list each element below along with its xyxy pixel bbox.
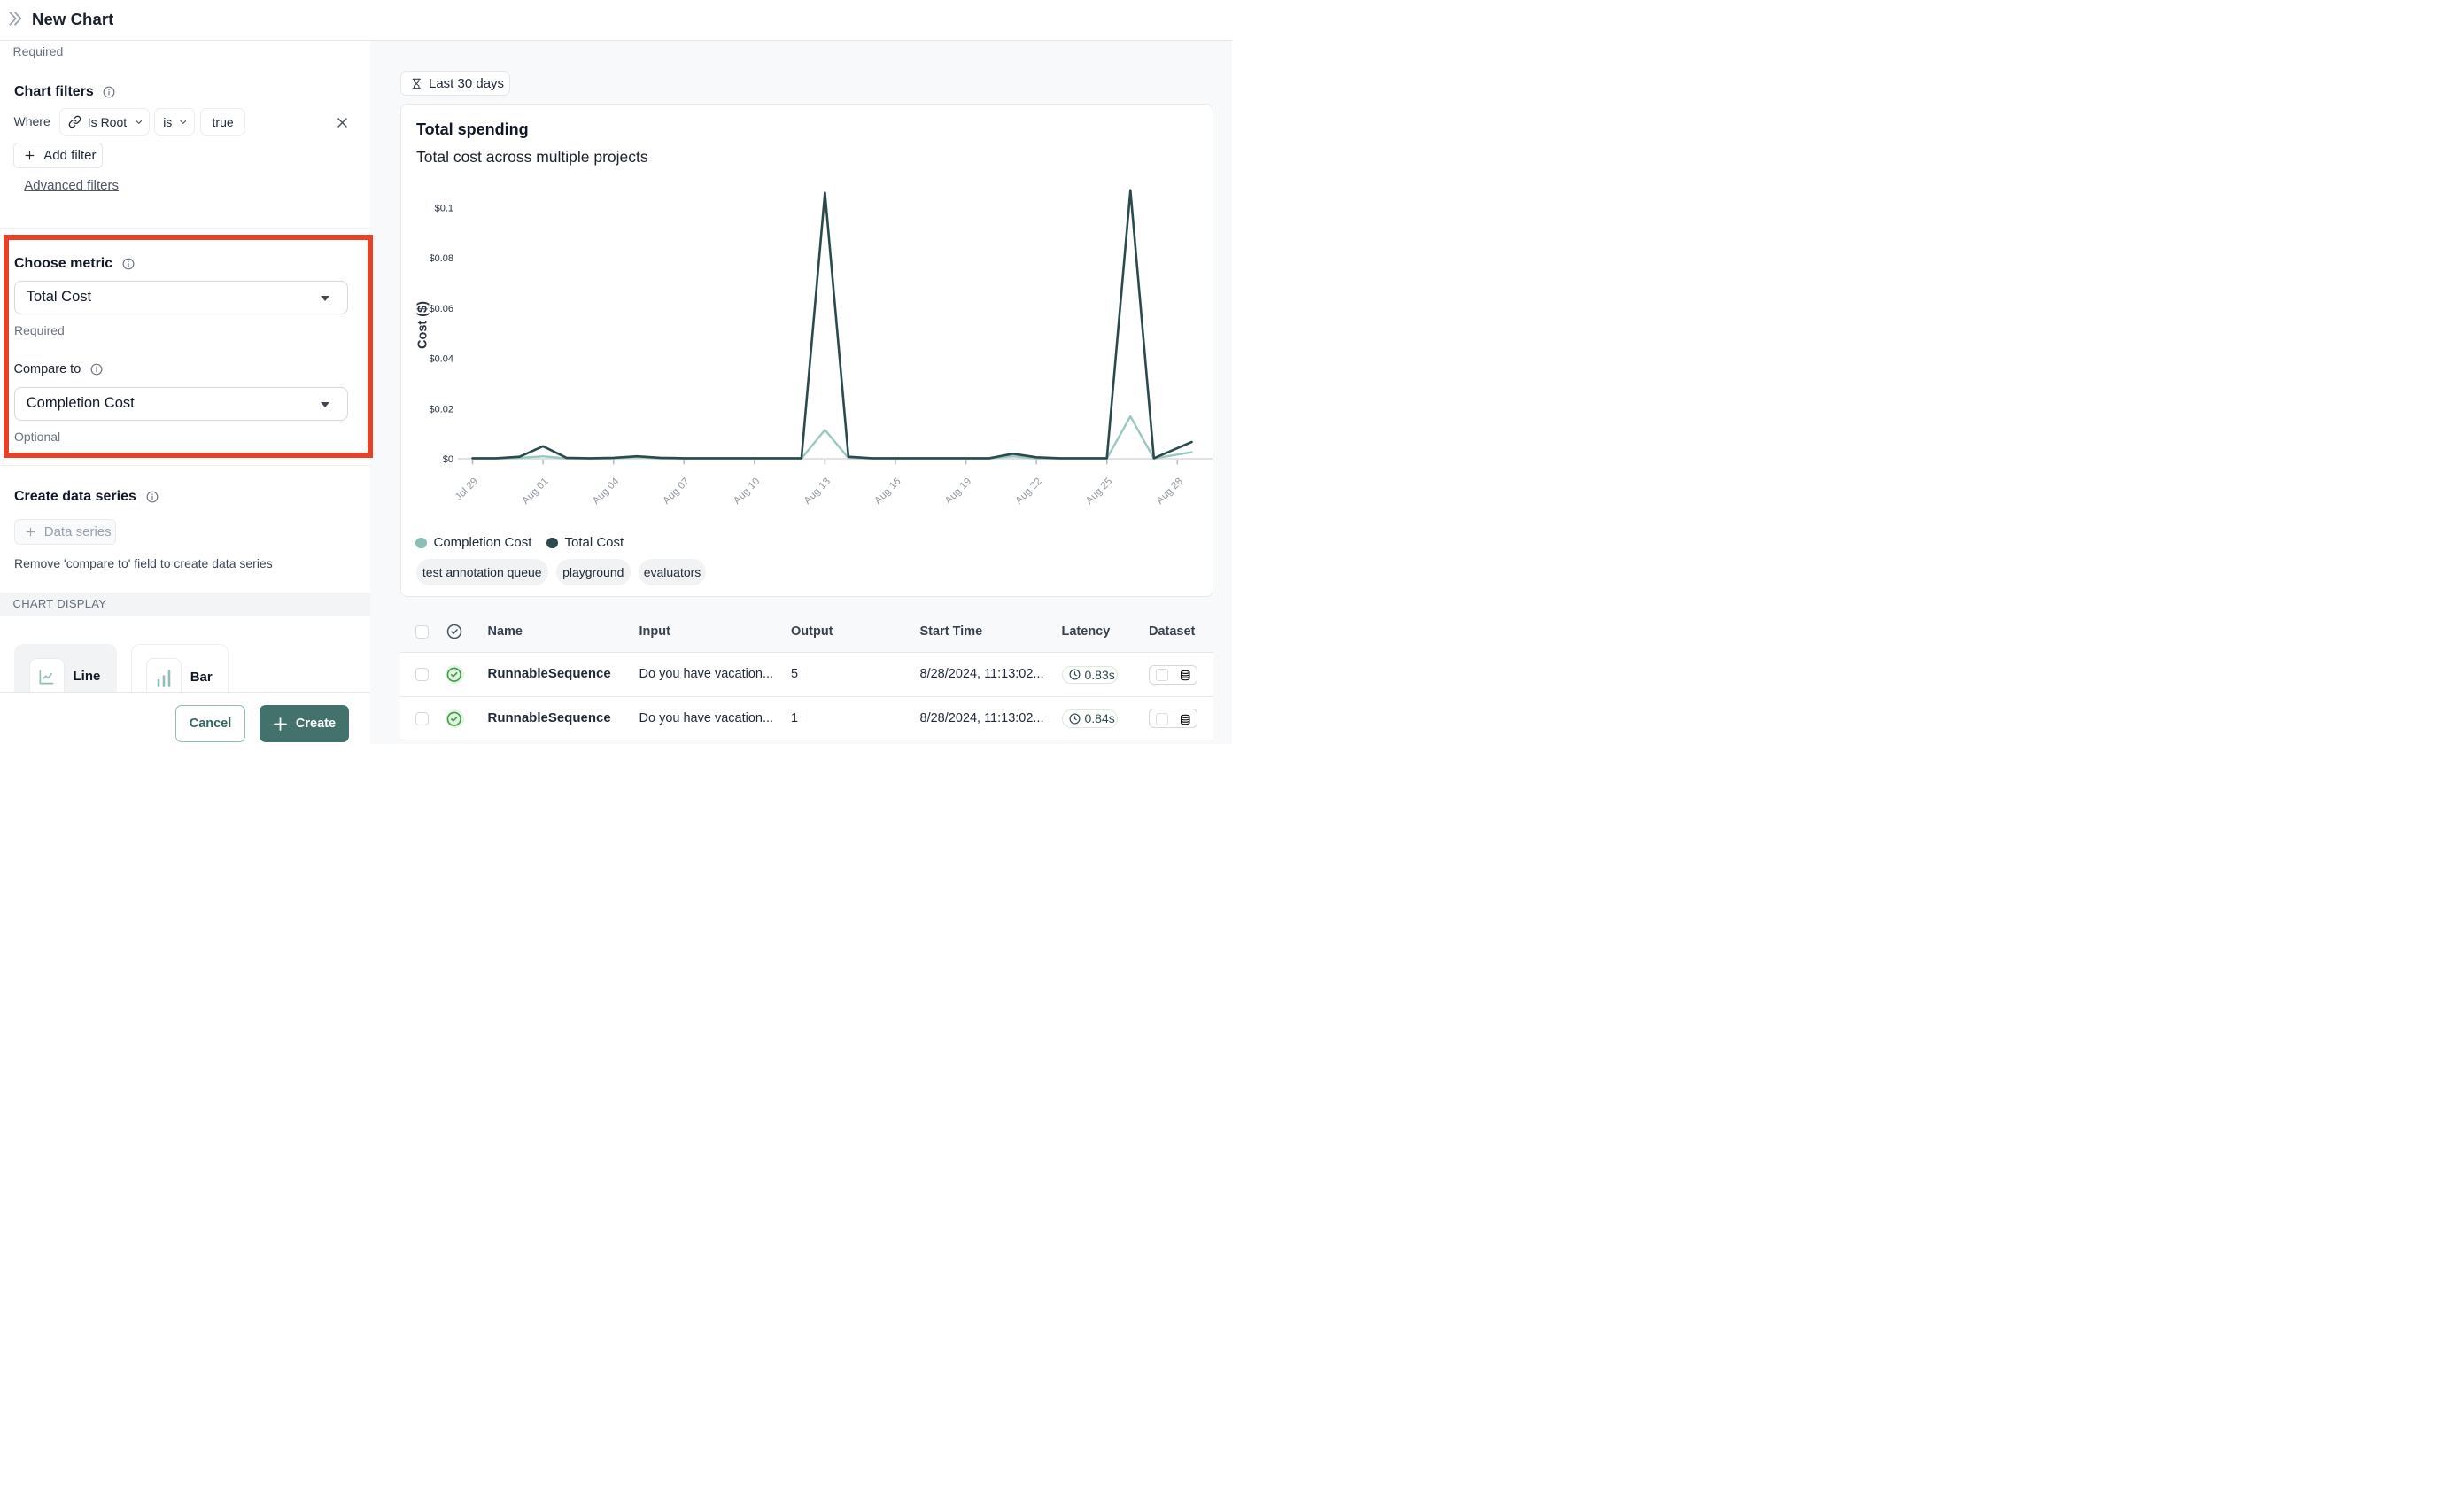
- svg-text:Aug 28: Aug 28: [1154, 477, 1184, 507]
- svg-text:Aug 25: Aug 25: [1084, 477, 1114, 507]
- svg-text:Aug 10: Aug 10: [732, 477, 762, 507]
- svg-text:$0.08: $0.08: [429, 253, 453, 264]
- svg-text:Aug 13: Aug 13: [802, 477, 832, 507]
- svg-text:$0.04: $0.04: [429, 354, 453, 365]
- svg-text:Jul 29: Jul 29: [453, 477, 479, 503]
- svg-text:Aug 04: Aug 04: [591, 476, 622, 507]
- svg-text:Aug 19: Aug 19: [942, 477, 972, 507]
- svg-text:Aug 22: Aug 22: [1013, 477, 1043, 507]
- svg-text:Aug 01: Aug 01: [520, 477, 550, 507]
- svg-text:$0.06: $0.06: [429, 304, 453, 314]
- svg-text:$0: $0: [442, 454, 453, 465]
- svg-text:$0.1: $0.1: [434, 204, 453, 214]
- svg-text:Cost ($): Cost ($): [415, 301, 430, 349]
- svg-text:Aug 16: Aug 16: [872, 477, 903, 507]
- svg-text:$0.02: $0.02: [429, 404, 453, 415]
- svg-text:Aug 07: Aug 07: [661, 477, 691, 507]
